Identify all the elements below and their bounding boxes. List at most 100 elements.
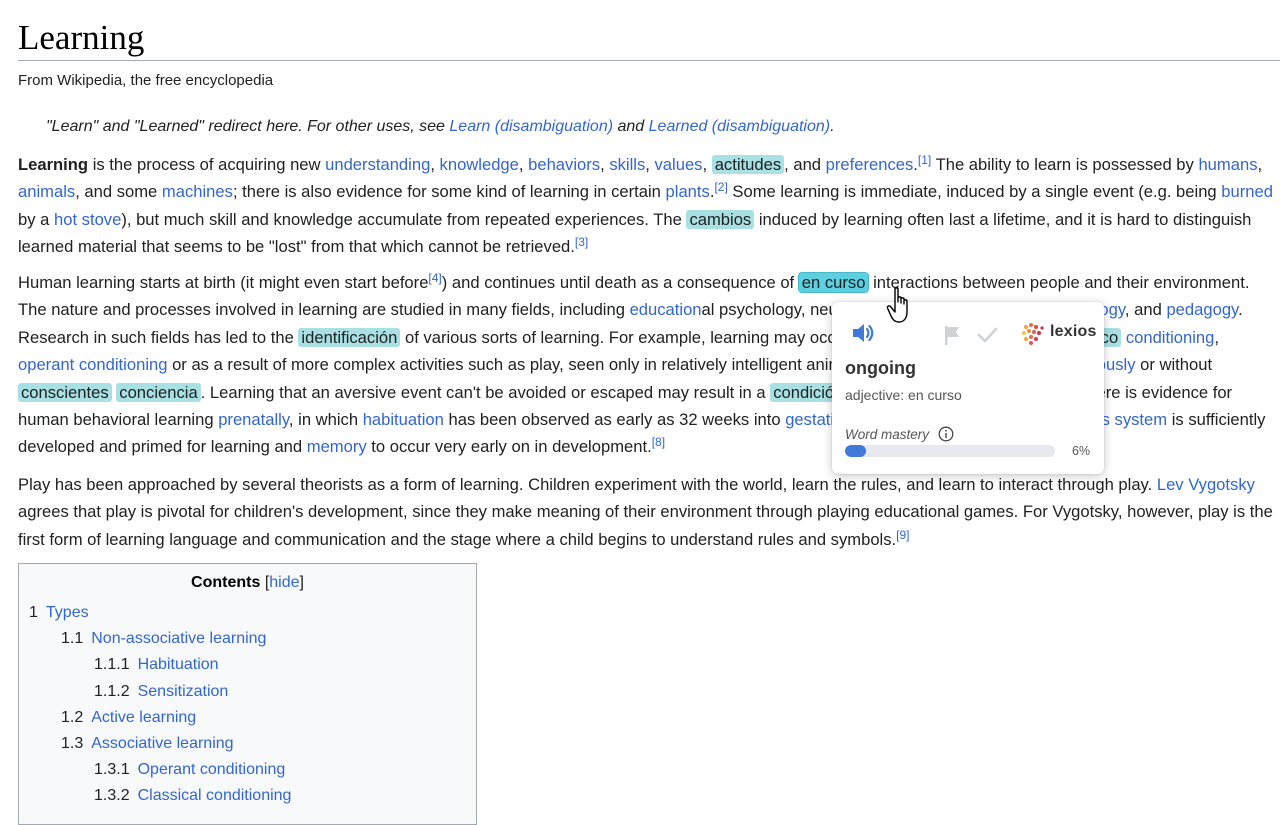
part-of-speech: adjective: en curso: [845, 387, 962, 403]
toc-item[interactable]: 1.1 Non-associative learning: [61, 630, 266, 648]
translated-word-highlight[interactable]: cambios: [686, 209, 755, 229]
body-text: by a: [18, 209, 54, 229]
body-text: Some learning is immediate, induced by a…: [727, 182, 1222, 202]
article-link[interactable]: plants: [666, 182, 710, 201]
body-text: ,: [518, 155, 529, 174]
speaker-icon[interactable]: [850, 320, 876, 346]
article-link[interactable]: machines: [162, 182, 233, 201]
body-text: ,: [645, 155, 655, 174]
lexios-logo: lexios: [1020, 322, 1104, 346]
tagline: From Wikipedia, the free encyclopedia: [18, 72, 274, 89]
citation-ref[interactable]: [2]: [714, 180, 727, 194]
toc-number: 1.3.1: [94, 761, 130, 779]
hatnote-text: "Learn" and "Learned" redirect here. For…: [46, 118, 450, 135]
toc-item[interactable]: 1.1.1 Habituation: [94, 656, 219, 674]
toc-link[interactable]: Habituation: [138, 656, 219, 673]
body-text: ,: [600, 155, 610, 174]
body-text: or without: [1135, 355, 1213, 375]
link-learn-disambiguation[interactable]: Learn (disambiguation): [449, 118, 613, 135]
toc-item[interactable]: 1.3.1 Operant conditioning: [94, 761, 285, 779]
toc-item[interactable]: 1.1.2 Sensitization: [94, 683, 228, 701]
paragraph-1: Learning is the process of acquiring new…: [18, 151, 1274, 261]
translated-word-highlight[interactable]: identificación: [298, 327, 401, 347]
article-link[interactable]: operant conditioning: [18, 355, 167, 374]
toc-number: 1.2: [61, 708, 84, 726]
article-link[interactable]: habituation: [363, 410, 444, 429]
article-link[interactable]: memory: [307, 437, 367, 456]
mastery-label: Word mastery: [845, 427, 930, 442]
hatnote-text: .: [830, 118, 835, 135]
translated-word: ongoing: [845, 358, 916, 378]
link-learned-disambiguation[interactable]: Learned (disambiguation): [649, 118, 830, 135]
article-link[interactable]: skills: [609, 155, 645, 174]
article-link[interactable]: burned: [1221, 182, 1273, 201]
toc-item[interactable]: 1.3 Associative learning: [61, 735, 234, 753]
citation-ref[interactable]: [3]: [575, 235, 588, 249]
toc-link[interactable]: Sensitization: [138, 683, 229, 700]
toc-number: 1.1: [61, 630, 84, 648]
toc-item[interactable]: 1.3.2 Classical conditioning: [94, 787, 291, 805]
citation-ref[interactable]: [1]: [918, 153, 931, 167]
article-link[interactable]: understanding: [325, 155, 430, 174]
article-link[interactable]: education: [630, 300, 702, 319]
article-link[interactable]: knowledge: [440, 155, 519, 174]
bold-term: Learning: [18, 155, 89, 174]
toc-link[interactable]: Active learning: [91, 709, 196, 726]
toc-title: Contents [hide]: [19, 574, 476, 592]
article-link[interactable]: prenatally: [218, 410, 289, 429]
mastery-percent: 6%: [1072, 444, 1091, 458]
translated-word-highlight[interactable]: en curso: [797, 272, 870, 293]
translated-word-highlight[interactable]: actitudes: [711, 155, 785, 174]
article-link[interactable]: values: [655, 155, 703, 174]
toc-number: 1.3.2: [94, 787, 130, 805]
hatnote-text: and: [613, 118, 649, 135]
body-text: Play has been approached by several theo…: [18, 475, 1157, 494]
citation-ref[interactable]: [8]: [652, 435, 665, 449]
body-text: has been observed as early as 32 weeks i…: [443, 410, 786, 430]
body-text: ,: [1257, 155, 1263, 174]
body-text: , in which: [288, 410, 363, 430]
mastery-progress-fill: [845, 445, 866, 457]
toc-hide-link[interactable]: hide: [269, 574, 299, 591]
toc-number: 1.3: [61, 735, 84, 752]
lexios-brand: lexios: [1050, 323, 1097, 340]
article-link[interactable]: preferences: [826, 155, 914, 174]
toc-item[interactable]: 1.2 Active learning: [61, 709, 196, 727]
translated-word-highlight[interactable]: conscientes: [18, 382, 112, 402]
toc-number: 1.1.2: [94, 682, 130, 700]
body-text: The ability to learn is possessed by: [931, 155, 1199, 174]
translated-word-highlight[interactable]: conciencia: [116, 382, 201, 402]
check-icon[interactable]: [976, 324, 998, 346]
body-text: is the process of acquiring new: [88, 155, 326, 174]
toc-link[interactable]: Associative learning: [91, 735, 233, 752]
article-link[interactable]: humans: [1198, 155, 1257, 174]
body-text: or as a result of more complex activitie…: [167, 355, 869, 375]
body-text: , and: [1124, 300, 1167, 320]
article-link[interactable]: behaviors: [528, 155, 600, 174]
body-text: ,: [702, 155, 712, 174]
body-text: ), but much skill and knowledge accumula…: [121, 209, 687, 229]
mastery-progress-bar: [845, 445, 1055, 457]
article-link[interactable]: hot stove: [54, 210, 121, 229]
toc-link[interactable]: Non-associative learning: [91, 630, 266, 647]
page-title: Learning: [18, 16, 1280, 61]
article-link[interactable]: conditioning: [1126, 328, 1215, 347]
toc-link[interactable]: Types: [46, 604, 89, 621]
info-icon[interactable]: [938, 426, 954, 442]
lexios-logo-mark: [1022, 323, 1044, 345]
toc-link[interactable]: Classical conditioning: [138, 787, 292, 804]
article-link[interactable]: animals: [18, 182, 75, 201]
citation-ref[interactable]: [9]: [896, 528, 909, 542]
toc-link[interactable]: Operant conditioning: [138, 761, 286, 778]
body-text: ,: [1214, 327, 1220, 347]
article-link[interactable]: pedagogy: [1166, 300, 1238, 319]
body-text: ; there is also evidence for some kind o…: [232, 182, 666, 202]
flag-icon[interactable]: [942, 324, 962, 346]
article-link[interactable]: Lev Vygotsky: [1157, 475, 1255, 494]
lexios-word-popup: lexios ongoing adjective: en curso Word …: [832, 302, 1104, 474]
body-text: Human learning starts at birth (it might…: [18, 273, 429, 292]
toc-item[interactable]: 1 Types: [29, 604, 89, 622]
body-text: ) and continues until death as a consequ…: [441, 273, 799, 292]
citation-ref[interactable]: [4]: [428, 271, 441, 285]
body-text: agrees that play is pivotal for children…: [18, 502, 1273, 549]
